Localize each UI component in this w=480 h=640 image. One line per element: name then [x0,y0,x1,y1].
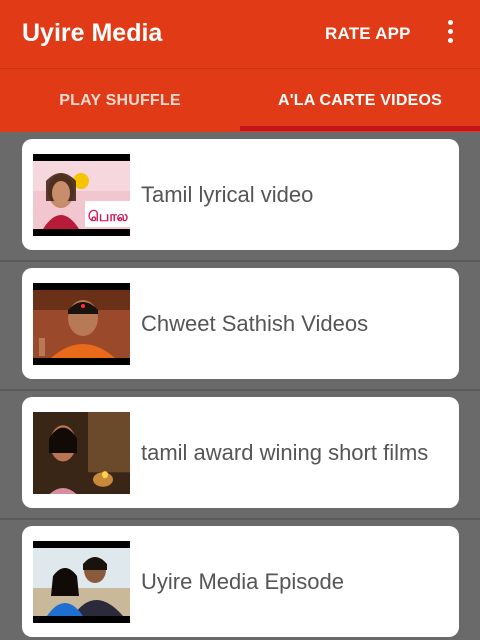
video-thumbnail: பொல [33,154,130,236]
tab-play-shuffle[interactable]: PLAY SHUFFLE [0,69,240,132]
tab-bar: PLAY SHUFFLE A'LA CARTE VIDEOS [0,68,480,132]
video-thumbnail [33,412,130,494]
video-card[interactable]: பொல Tamil lyrical video [22,139,459,250]
video-thumbnail [33,541,130,623]
video-card[interactable]: tamil award wining short films [22,397,459,508]
video-title: tamil award wining short films [141,439,429,465]
video-card[interactable]: Chweet Sathish Videos [22,268,459,379]
video-title: Uyire Media Episode [141,568,344,594]
selected-tab-indicator [240,126,480,131]
more-vert-icon[interactable] [440,20,460,48]
list-item[interactable]: Uyire Media Episode [0,520,480,640]
video-card[interactable]: Uyire Media Episode [22,526,459,637]
tab-a-la-carte-videos[interactable]: A'LA CARTE VIDEOS [240,69,480,132]
video-title: Tamil lyrical video [141,181,314,207]
list-item[interactable]: tamil award wining short films [0,391,480,521]
video-thumbnail [33,283,130,365]
list-item[interactable]: Chweet Sathish Videos [0,262,480,392]
list-item[interactable]: பொல Tamil lyrical video [0,132,480,262]
app-title: Uyire Media [22,19,163,47]
app-bar: Uyire Media RATE APP [0,0,480,68]
rate-app-button[interactable]: RATE APP [325,24,411,44]
video-title: Chweet Sathish Videos [141,310,369,336]
svg-text:பொல: பொல [88,209,129,225]
